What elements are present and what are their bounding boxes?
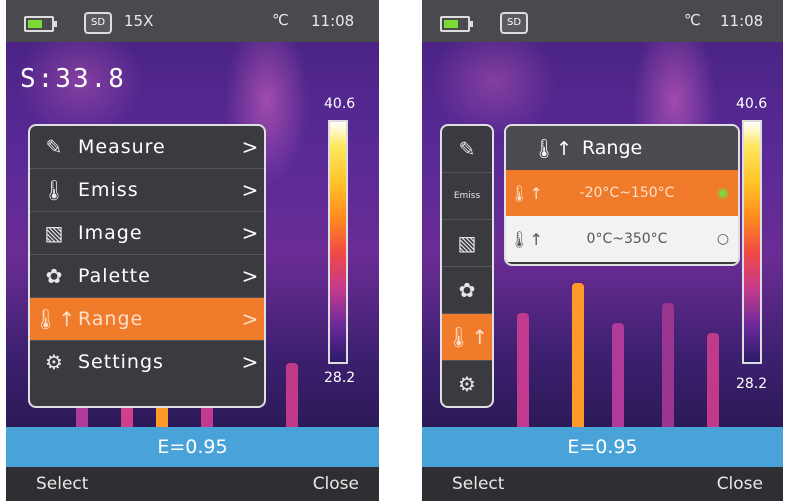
- menu-item-settings[interactable]: ⚙ Settings >: [30, 341, 264, 383]
- chevron-right-icon: >: [241, 135, 259, 159]
- temperature-colorbar: [742, 120, 762, 364]
- chevron-right-icon: >: [241, 178, 259, 202]
- scale-min-label: 28.2: [736, 376, 768, 392]
- submenu-title: Range: [582, 137, 643, 159]
- image-icon: ▧: [457, 231, 477, 255]
- palette-icon: ✿: [45, 264, 63, 288]
- status-bar: SD 15X ℃ 11:08: [6, 0, 379, 42]
- chevron-right-icon: >: [241, 264, 259, 288]
- clock: 11:08: [311, 12, 355, 30]
- menu-label: Emiss: [78, 179, 139, 201]
- zoom-level: 15X: [124, 12, 154, 30]
- range-option-label: 0°C~350°C: [586, 231, 668, 247]
- select-softkey[interactable]: Select: [36, 474, 88, 494]
- close-softkey[interactable]: Close: [313, 474, 359, 494]
- measure-icon: ✎: [458, 137, 476, 161]
- chevron-right-icon: >: [241, 221, 259, 245]
- temperature-unit-icon: ℃: [272, 11, 289, 29]
- softkey-bar: Select Close: [6, 467, 379, 501]
- menu-label: Measure: [78, 136, 166, 158]
- spot-temperature: S:33.8: [20, 64, 126, 94]
- settings-icon: ⚙: [45, 350, 63, 374]
- sidebar-item-emiss[interactable]: Emiss: [442, 173, 492, 220]
- close-softkey[interactable]: Close: [717, 474, 763, 494]
- range-option-low[interactable]: 🌡↑ -20°C~150°C ◉: [506, 170, 738, 216]
- chevron-right-icon: >: [241, 350, 259, 374]
- menu-sidebar: ✎ Emiss ▧ ✿ 🌡↑ ⚙: [440, 124, 494, 408]
- settings-icon: ⚙: [458, 372, 476, 396]
- battery-icon: [440, 16, 473, 32]
- range-icon: 🌡↑: [445, 325, 489, 349]
- image-icon: ▧: [44, 221, 64, 245]
- menu-item-range[interactable]: 🌡↑ Range >: [30, 298, 264, 341]
- status-bar: SD ℃ 11:08: [422, 0, 783, 42]
- menu-item-emiss[interactable]: 🌡 Emiss >: [30, 169, 264, 212]
- palette-icon: ✿: [458, 278, 476, 302]
- range-option-label: -20°C~150°C: [579, 185, 675, 201]
- right-camera-screen: SD ℃ 11:08 40.6 28.2 ✎ Emiss ▧ ✿ 🌡↑ ⚙ 🌡↑…: [422, 0, 783, 501]
- range-icon: 🌡↑: [509, 183, 543, 203]
- range-icon: 🌡↑: [32, 307, 76, 331]
- range-submenu: 🌡↑ Range 🌡↑ -20°C~150°C ◉ 🌡↑ 0°C~350°C ○: [504, 124, 740, 266]
- menu-item-image[interactable]: ▧ Image >: [30, 212, 264, 255]
- sd-card-icon: SD: [84, 12, 112, 34]
- main-menu: ✎ Measure > 🌡 Emiss > ▧ Image > ✿ Palett…: [28, 124, 266, 408]
- radio-unselected-icon: ○: [716, 231, 730, 247]
- scale-max-label: 40.6: [324, 96, 356, 112]
- menu-label: Range: [78, 308, 144, 330]
- temperature-unit-icon: ℃: [684, 11, 701, 29]
- menu-label: Palette: [78, 265, 151, 287]
- emiss-label: Emiss: [453, 191, 481, 201]
- sidebar-item-range[interactable]: 🌡↑: [442, 314, 492, 361]
- menu-item-palette[interactable]: ✿ Palette >: [30, 255, 264, 298]
- chevron-right-icon: >: [241, 307, 259, 331]
- sd-card-icon: SD: [500, 12, 528, 34]
- menu-label: Image: [78, 222, 143, 244]
- submenu-header: 🌡↑ Range: [506, 126, 738, 170]
- scale-min-label: 28.2: [324, 370, 356, 386]
- range-option-high[interactable]: 🌡↑ 0°C~350°C ○: [506, 216, 738, 262]
- temperature-colorbar: [328, 120, 348, 364]
- measure-icon: ✎: [45, 135, 63, 159]
- battery-icon: [24, 16, 57, 32]
- clock: 11:08: [720, 12, 764, 30]
- sidebar-item-image[interactable]: ▧: [442, 220, 492, 267]
- sidebar-item-settings[interactable]: ⚙: [442, 361, 492, 406]
- menu-label: Settings: [78, 351, 164, 373]
- emissivity-bar: E=0.95: [422, 427, 783, 467]
- sidebar-item-palette[interactable]: ✿: [442, 267, 492, 314]
- thermometer-icon: 🌡: [41, 178, 67, 202]
- left-camera-screen: SD 15X ℃ 11:08 S:33.8 40.6 28.2 ✎ Measur…: [6, 0, 379, 501]
- emissivity-bar: E=0.95: [6, 427, 379, 467]
- radio-selected-icon: ◉: [716, 185, 730, 201]
- select-softkey[interactable]: Select: [452, 474, 504, 494]
- scale-max-label: 40.6: [736, 96, 768, 112]
- menu-item-measure[interactable]: ✎ Measure >: [30, 126, 264, 169]
- range-icon: 🌡↑: [509, 229, 543, 249]
- softkey-bar: Select Close: [422, 467, 783, 501]
- range-icon: 🌡↑: [531, 137, 572, 160]
- sidebar-item-measure[interactable]: ✎: [442, 126, 492, 173]
